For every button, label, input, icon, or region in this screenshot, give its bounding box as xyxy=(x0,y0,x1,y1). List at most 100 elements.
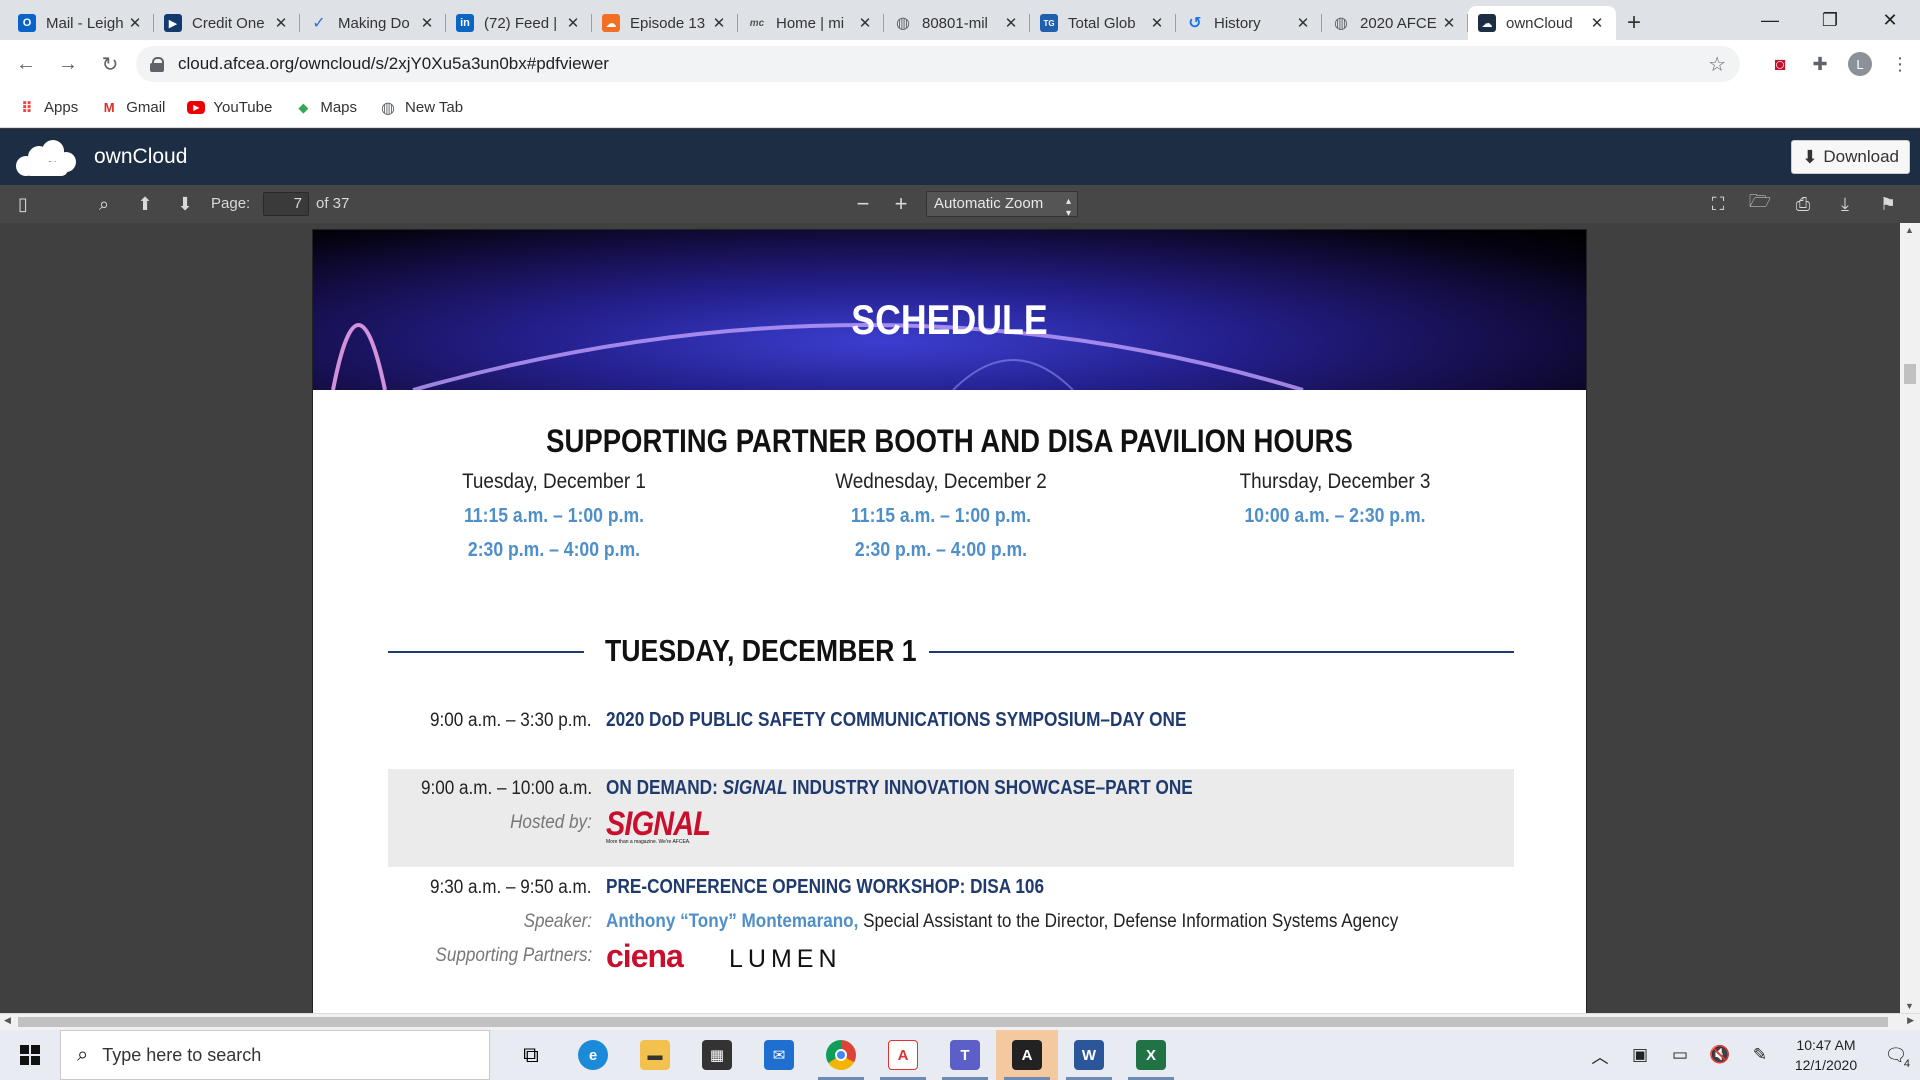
search-icon[interactable]: ⌕ xyxy=(93,193,115,215)
bookmark-maps[interactable]: ◆ Maps xyxy=(294,99,357,117)
address-bar[interactable]: cloud.afcea.org/owncloud/s/2xjY0Xu5a3un0… xyxy=(136,46,1740,82)
tab-label: Total Glob xyxy=(1068,14,1136,32)
open-file-icon[interactable]: 🗁 xyxy=(1749,191,1771,215)
chrome-icon[interactable] xyxy=(810,1030,872,1080)
close-icon[interactable]: ✕ xyxy=(272,14,290,32)
tab-label: (72) Feed | xyxy=(484,14,558,32)
vertical-scrollbar[interactable]: ▲ ▼ xyxy=(1900,223,1920,1013)
close-icon[interactable]: ✕ xyxy=(126,14,144,32)
presentation-mode-icon[interactable]: ⛶ xyxy=(1707,193,1729,215)
bookmark-icon[interactable]: ⚑ xyxy=(1877,193,1899,215)
battery-icon[interactable]: ▭ xyxy=(1660,1045,1700,1065)
bookmark-youtube[interactable]: ▶ YouTube xyxy=(187,99,272,116)
minimize-icon[interactable]: — xyxy=(1740,0,1800,40)
puzzle-extensions-icon[interactable]: ✚ xyxy=(1800,44,1840,84)
tab-home[interactable]: mc Home | mi ✕ xyxy=(738,6,884,40)
address-text: cloud.afcea.org/owncloud/s/2xjY0Xu5a3un0… xyxy=(178,54,609,73)
menu-dots-icon[interactable]: ⋮ xyxy=(1880,44,1920,84)
taskbar-apps: ⧉ e ▬ ▦ ✉ A T A W X xyxy=(500,1030,1182,1080)
taskbar-search[interactable]: ⌕ Type here to search xyxy=(60,1030,490,1080)
tab-credit-one[interactable]: ▶ Credit One ✕ xyxy=(154,6,300,40)
owncloud-logo-icon[interactable] xyxy=(14,138,78,176)
bookmark-gmail[interactable]: M Gmail xyxy=(100,99,166,117)
page-number-input[interactable]: 7 xyxy=(263,192,309,216)
event-time: 9:00 a.m. – 3:30 p.m. xyxy=(430,710,592,731)
tab-episode[interactable]: ☁ Episode 13 ✕ xyxy=(592,6,738,40)
clock[interactable]: 10:47 AM 12/1/2020 xyxy=(1780,1035,1872,1075)
credit-one-icon: ▶ xyxy=(164,14,182,32)
profile-avatar[interactable]: L xyxy=(1848,52,1872,76)
booth-heading: SUPPORTING PARTNER BOOTH AND DISA PAVILI… xyxy=(546,423,1353,459)
scroll-down-icon[interactable]: ▼ xyxy=(1905,1001,1914,1011)
meet-now-icon[interactable]: ▣ xyxy=(1620,1045,1660,1065)
tab-history[interactable]: ↺ History ✕ xyxy=(1176,6,1322,40)
restore-icon[interactable]: ❐ xyxy=(1800,0,1860,40)
word-icon[interactable]: W xyxy=(1058,1030,1120,1080)
tab-owncloud[interactable]: ☁ ownCloud ✕ xyxy=(1468,6,1616,40)
apps-grid-icon: ⠿ xyxy=(21,99,33,117)
reload-icon[interactable]: ↻ xyxy=(94,48,126,80)
save-icon[interactable]: ⤓ xyxy=(1834,193,1856,215)
print-icon[interactable]: ⎙ xyxy=(1792,193,1814,215)
pen-icon[interactable]: ✎ xyxy=(1740,1045,1780,1065)
horizontal-scroll-thumb[interactable] xyxy=(18,1017,1888,1027)
tab-total-global[interactable]: TG Total Glob ✕ xyxy=(1030,6,1176,40)
zoom-select[interactable]: Automatic Zoom ▴ ▾ xyxy=(926,191,1078,219)
start-button[interactable] xyxy=(0,1030,60,1080)
close-icon[interactable]: ✕ xyxy=(1294,14,1312,32)
close-icon[interactable]: ✕ xyxy=(856,14,874,32)
bookmark-star-icon[interactable]: ☆ xyxy=(1708,52,1726,77)
close-icon[interactable]: ✕ xyxy=(418,14,436,32)
teams-icon[interactable]: T xyxy=(934,1030,996,1080)
sidebar-toggle-icon[interactable]: ▯ xyxy=(12,193,34,215)
zoom-out-icon[interactable]: − xyxy=(852,191,874,216)
mail-icon[interactable]: ✉ xyxy=(748,1030,810,1080)
lock-icon[interactable] xyxy=(150,57,164,72)
browser-toolbar: ← → ↻ cloud.afcea.org/owncloud/s/2xjY0Xu… xyxy=(0,40,1920,88)
excel-icon[interactable]: X xyxy=(1120,1030,1182,1080)
pdf-viewer[interactable]: SCHEDULE SUPPORTING PARTNER BOOTH AND DI… xyxy=(0,223,1920,1013)
scroll-right-icon[interactable]: ▶ xyxy=(1907,1015,1914,1026)
close-icon[interactable]: ✕ xyxy=(564,14,582,32)
download-button[interactable]: ⬇ Download xyxy=(1791,140,1910,174)
close-icon[interactable]: ✕ xyxy=(1588,14,1606,32)
tab-mail[interactable]: O Mail - Leigh ✕ xyxy=(8,6,154,40)
previous-page-icon[interactable]: ⬆ xyxy=(134,193,156,215)
scroll-up-icon[interactable]: ▲ xyxy=(1905,225,1914,235)
tab-2020-afcea[interactable]: ◍ 2020 AFCE ✕ xyxy=(1322,6,1468,40)
scroll-left-icon[interactable]: ◀ xyxy=(4,1015,11,1026)
tab-80801[interactable]: ◍ 80801-mil ✕ xyxy=(884,6,1030,40)
owncloud-header: ownCloud ⬇ Download xyxy=(0,129,1920,185)
acrobat-icon[interactable]: A xyxy=(872,1030,934,1080)
new-tab-button[interactable]: + xyxy=(1616,6,1652,40)
edge-icon[interactable]: e xyxy=(562,1030,624,1080)
task-view-icon[interactable]: ⧉ xyxy=(500,1030,562,1080)
section-rule-right xyxy=(929,651,1514,653)
notification-count: 4 xyxy=(1903,1057,1910,1070)
close-icon[interactable]: ✕ xyxy=(710,14,728,32)
tab-making-do[interactable]: ✓ Making Do ✕ xyxy=(300,6,446,40)
close-icon[interactable]: ✕ xyxy=(1002,14,1020,32)
next-page-icon[interactable]: ⬇ xyxy=(174,193,196,215)
shield-extension-icon[interactable]: ◙ xyxy=(1760,44,1800,84)
acrobat-pro-icon[interactable]: A xyxy=(996,1030,1058,1080)
horizontal-scrollbar[interactable]: ◀ ▶ xyxy=(0,1013,1920,1030)
close-icon[interactable]: ✕ xyxy=(1148,14,1166,32)
store-icon[interactable]: ▦ xyxy=(686,1030,748,1080)
close-window-icon[interactable]: ✕ xyxy=(1860,0,1920,40)
chevron-up-icon[interactable]: ︿ xyxy=(1580,1043,1620,1068)
forward-arrow-icon[interactable]: → xyxy=(52,48,84,80)
scroll-thumb[interactable] xyxy=(1904,364,1916,384)
notifications-icon[interactable]: 🗨 4 xyxy=(1872,1045,1920,1070)
tab-linkedin[interactable]: in (72) Feed | ✕ xyxy=(446,6,592,40)
close-icon[interactable]: ✕ xyxy=(1440,14,1458,32)
zoom-in-icon[interactable]: + xyxy=(890,191,912,216)
pdf-page: SCHEDULE SUPPORTING PARTNER BOOTH AND DI… xyxy=(312,229,1587,1013)
bookmark-new-tab[interactable]: ◍ New Tab xyxy=(379,99,463,117)
file-explorer-icon[interactable]: ▬ xyxy=(624,1030,686,1080)
back-arrow-icon[interactable]: ← xyxy=(10,48,42,80)
bookmark-apps[interactable]: ⠿ Apps xyxy=(18,99,78,117)
volume-muted-icon[interactable]: 🔇 xyxy=(1700,1045,1740,1065)
time-slot: 10:00 a.m. – 2:30 p.m. xyxy=(1244,505,1426,527)
page-total: of 37 xyxy=(316,195,350,212)
